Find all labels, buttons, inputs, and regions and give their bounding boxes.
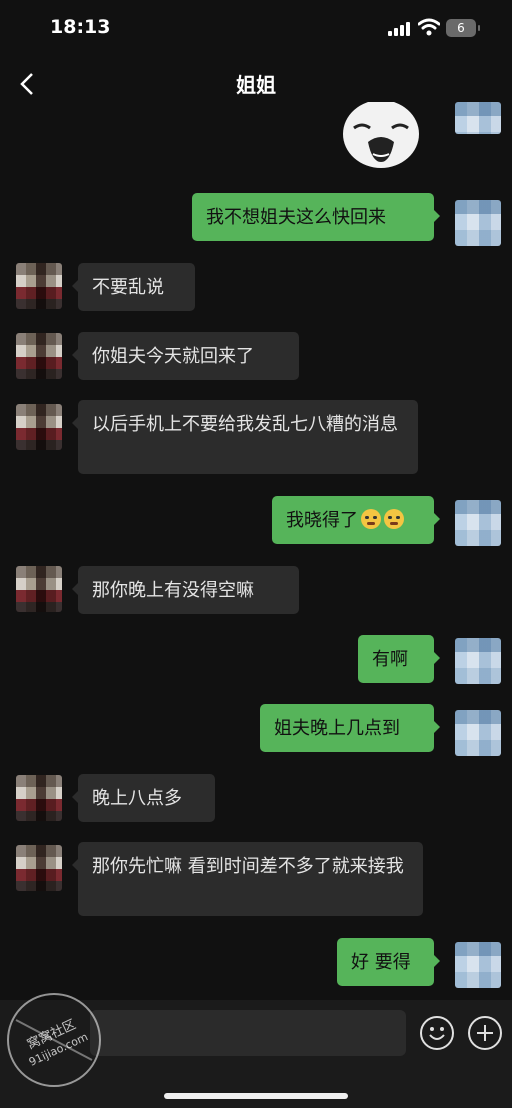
chat-header: 姐姐 [0,56,512,112]
contact-avatar[interactable] [16,845,62,891]
status-time: 18:13 [50,16,111,38]
contact-avatar[interactable] [16,404,62,450]
message-bubble-outgoing[interactable]: 我晓得了 [272,496,440,544]
message-bubble-incoming[interactable]: 你姐夫今天就回来了 [72,332,299,380]
grimace-emoji-icon [361,509,381,529]
message-bubble-outgoing[interactable]: 姐夫晚上几点到 [260,704,440,752]
my-avatar[interactable] [455,200,501,246]
grimace-emoji-icon [384,509,404,529]
signal-icon [388,22,412,36]
my-avatar[interactable] [455,638,501,684]
crying-sticker-image[interactable] [340,102,422,174]
message-text: 我晓得了 [286,510,358,531]
message-bubble-incoming[interactable]: 不要乱说 [72,263,195,311]
message-input[interactable] [90,1010,406,1056]
wifi-icon [418,18,440,36]
message-bubble-outgoing[interactable]: 好 要得 [337,938,440,986]
chat-title: 姐姐 [236,73,276,97]
message-bubble-outgoing[interactable]: 有啊 [358,635,440,683]
contact-avatar[interactable] [16,775,62,821]
message-bubble-incoming[interactable]: 那你晚上有没得空嘛 [72,566,299,614]
message-bubble-incoming[interactable]: 那你先忙嘛 看到时间差不多了就来接我 [72,842,423,916]
contact-avatar[interactable] [16,566,62,612]
add-plus-icon[interactable] [468,1016,502,1050]
contact-avatar[interactable] [16,263,62,309]
home-indicator[interactable] [164,1093,348,1099]
message-bubble-outgoing[interactable]: 我不想姐夫这么快回来 [192,193,440,241]
contact-avatar[interactable] [16,333,62,379]
battery-icon: 6 [446,19,480,37]
my-avatar[interactable] [455,710,501,756]
status-bar: 18:13 6 [0,0,512,56]
my-avatar[interactable] [455,500,501,546]
my-avatar[interactable] [455,942,501,988]
message-bubble-incoming[interactable]: 以后手机上不要给我发乱七八糟的消息 [72,400,418,474]
message-bubble-incoming[interactable]: 晚上八点多 [72,774,215,822]
emoji-button-icon[interactable] [420,1016,454,1050]
my-avatar[interactable] [455,102,501,134]
watermark-logo: 窝窝社区 91ijiao.com [7,993,101,1087]
